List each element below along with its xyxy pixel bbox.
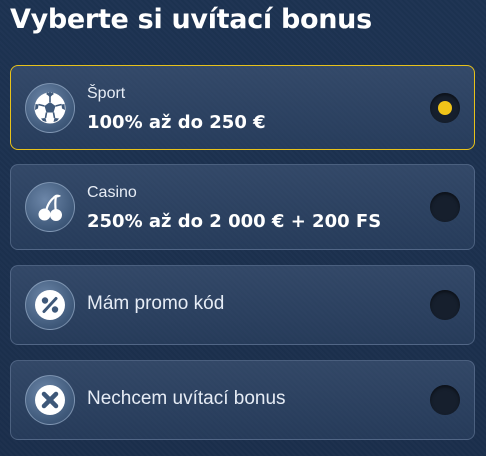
bonus-option-sport[interactable]: Šport 100% až do 250 € <box>10 65 475 150</box>
option-category-label: Šport <box>87 85 126 102</box>
cherries-icon <box>25 182 75 232</box>
close-icon <box>25 375 75 425</box>
page-title: Vyberte si uvítací bonus <box>10 4 372 35</box>
percent-icon <box>25 280 75 330</box>
option-category-label: Casino <box>87 184 137 201</box>
bonus-option-promo-code[interactable]: Mám promo kód <box>10 265 475 345</box>
option-offer-label: 250% až do 2 000 € + 200 FS <box>87 211 382 232</box>
bonus-option-no-bonus[interactable]: Nechcem uvítací bonus <box>10 360 475 440</box>
soccer-ball-icon <box>25 82 75 133</box>
radio-button[interactable] <box>430 290 460 320</box>
option-offer-label: 100% až do 250 € <box>87 112 266 133</box>
radio-button[interactable] <box>430 385 460 415</box>
option-label: Nechcem uvítací bonus <box>87 388 286 409</box>
radio-button-selected[interactable] <box>430 92 460 123</box>
radio-button[interactable] <box>430 192 460 222</box>
option-label: Mám promo kód <box>87 293 225 314</box>
bonus-option-casino[interactable]: Casino 250% až do 2 000 € + 200 FS <box>10 164 475 250</box>
